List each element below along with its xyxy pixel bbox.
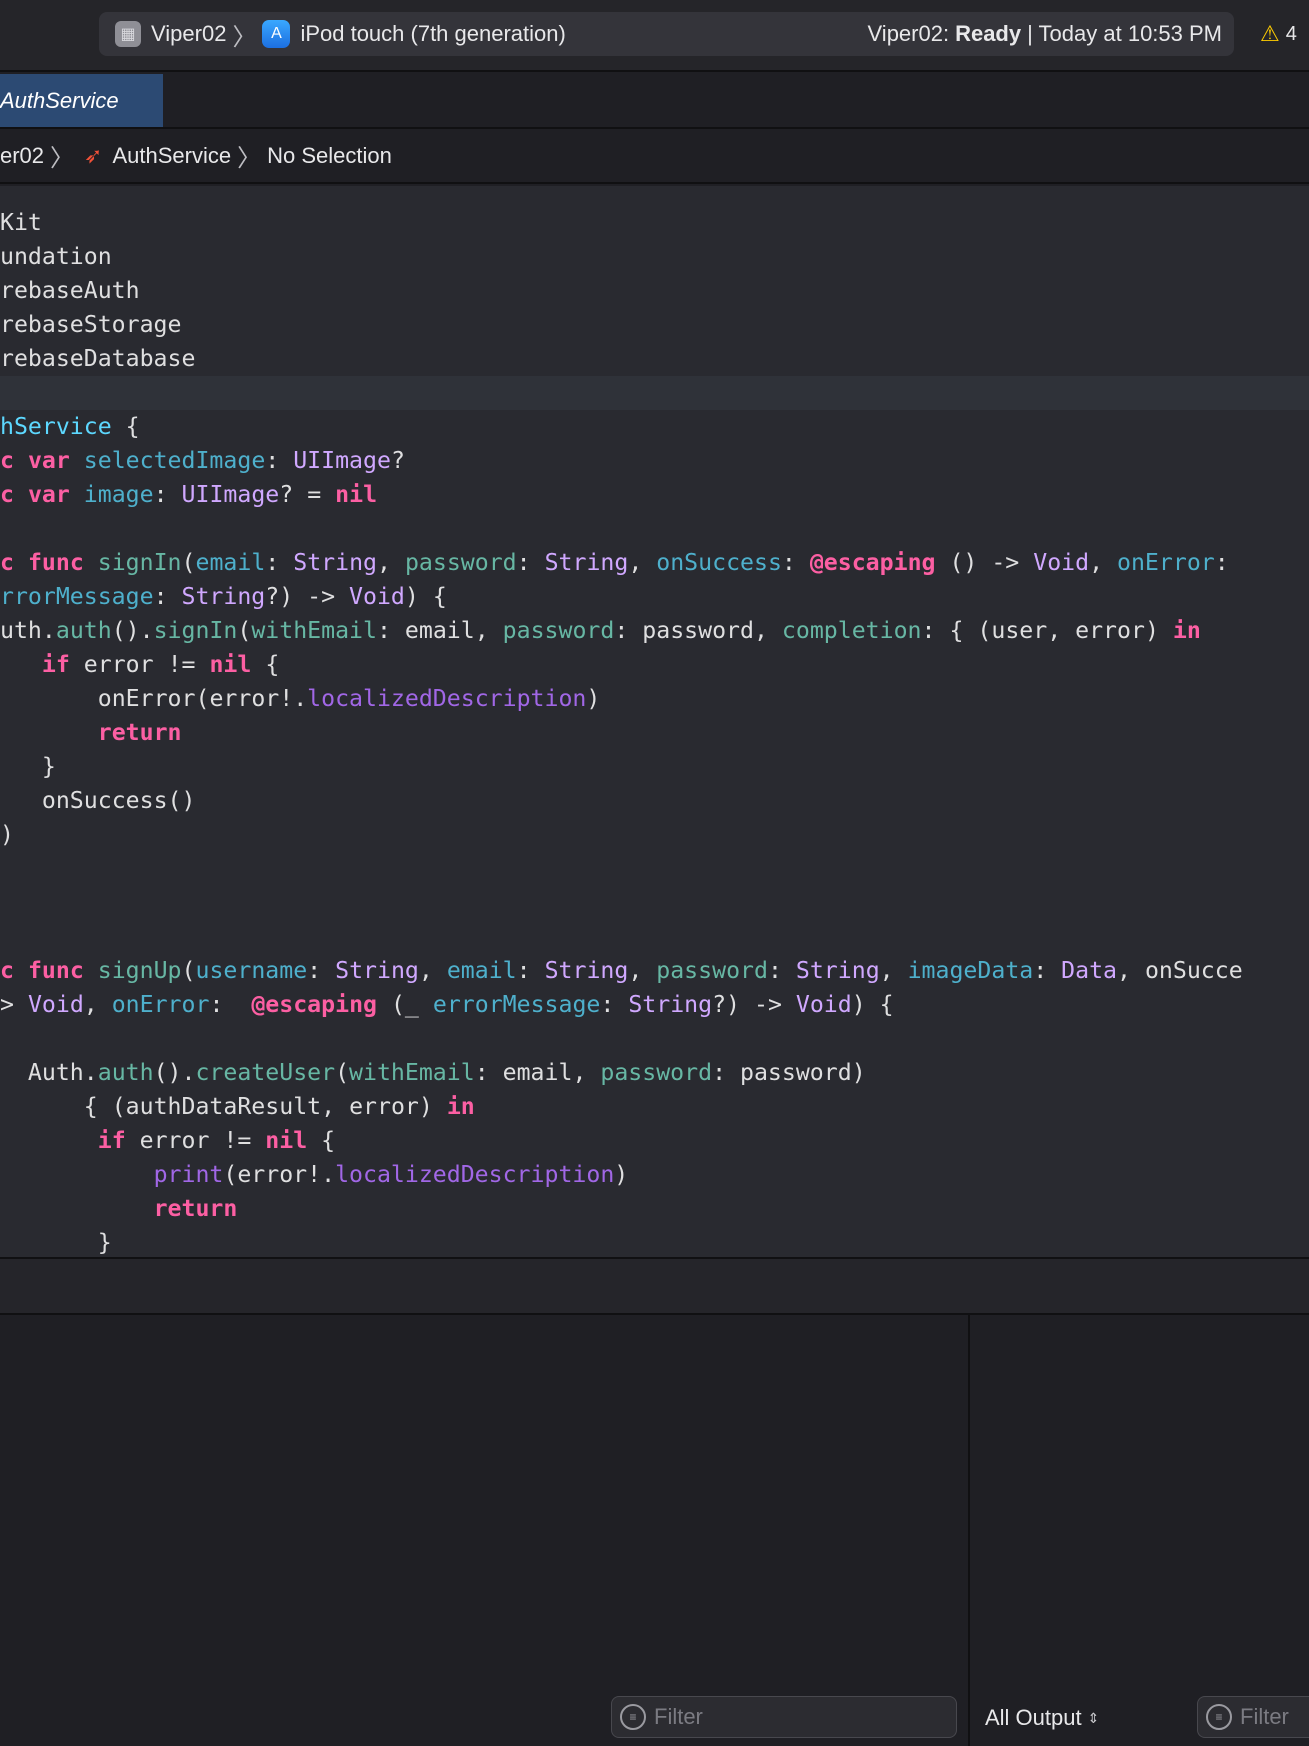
code-line[interactable]: hService { [0,410,1309,444]
up-down-chevron-icon: ⇕ [1087,1709,1100,1726]
code-line[interactable]: uth.auth().signIn(withEmail: email, pass… [0,614,1309,648]
console-filter[interactable]: ≡ Filter [1197,1696,1309,1738]
output-mode-label: All Output [985,1705,1082,1730]
code-line[interactable]: c func signUp(username: String, email: S… [0,954,1309,988]
tab-authservice[interactable]: AuthService [0,74,163,127]
status-time: | Today at 10:53 PM [1027,21,1222,46]
code-line[interactable] [0,512,1309,546]
console-view [970,1315,1309,1746]
toolbar: ▦ Viper02 〉 A iPod touch (7th generation… [0,0,1309,72]
code-line[interactable]: } [0,750,1309,784]
build-status: Viper02: Ready | Today at 10:53 PM [868,12,1222,56]
status-project: Viper02: [867,21,950,46]
source-editor[interactable]: Kit undation rebaseAuth rebaseStorage rebase… [0,186,1309,1257]
tab-label: AuthService [0,87,119,113]
code-line[interactable]: undation [0,240,1309,274]
console-filter-placeholder: Filter [1240,1704,1289,1729]
code-line[interactable] [0,852,1309,886]
warning-icon: ⚠ [1260,21,1280,46]
code-line[interactable]: c var selectedImage: UIImage? [0,444,1309,478]
code-line[interactable]: rebaseStorage [0,308,1309,342]
output-mode-select[interactable]: All Output ⇕ [985,1700,1099,1736]
code-line[interactable] [0,886,1309,920]
code-line[interactable]: > Void, onError: @escaping (_ errorMessa… [0,988,1309,1022]
code-line[interactable] [0,920,1309,954]
jumpbar-project[interactable]: er02 [0,143,44,169]
code-line[interactable]: print(error!.localizedDescription) [0,1158,1309,1192]
code-line[interactable] [0,376,1309,410]
code-line[interactable]: onSuccess() [0,784,1309,818]
chevron-right-icon: 〉 [50,145,75,172]
jumpbar-file[interactable]: AuthService [112,143,231,169]
jump-bar: er02 〉 ➶ AuthService 〉 No Selection [0,129,1309,184]
code-line[interactable] [0,1022,1309,1056]
status-state: Ready [955,21,1022,46]
code-line[interactable]: rrorMessage: String?) -> Void) { [0,580,1309,614]
code-line[interactable]: c var image: UIImage? = nil [0,478,1309,512]
scheme-app-icon: ▦ [115,21,141,47]
code-line[interactable]: return [0,716,1309,750]
filter-icon: ≡ [620,1704,646,1730]
code-line[interactable]: Auth.auth().createUser(withEmail: email,… [0,1056,1309,1090]
chevron-right-icon: 〉 [237,145,262,172]
code-line[interactable]: onError(error!.localizedDescription) [0,682,1309,716]
variables-view [0,1315,968,1746]
code-line[interactable]: rebaseDatabase [0,342,1309,376]
filter-icon: ≡ [1206,1704,1232,1730]
code-line[interactable]: Kit [0,206,1309,240]
code-line[interactable]: rebaseAuth [0,274,1309,308]
scheme-selector[interactable]: Viper02 [151,21,226,47]
code-line[interactable]: { (authDataResult, error) in [0,1090,1309,1124]
code-line[interactable]: c func signIn(email: String, password: S… [0,546,1309,580]
tab-bar: AuthService [0,72,1309,129]
run-destination-selector[interactable]: iPod touch (7th generation) [300,21,565,47]
code-line[interactable]: if error != nil { [0,648,1309,682]
jumpbar-selection[interactable]: No Selection [267,143,392,169]
variables-filter[interactable]: ≡ Filter [611,1696,957,1738]
code-line[interactable]: ) [0,818,1309,852]
code-line[interactable]: if error != nil { [0,1124,1309,1158]
code-line[interactable]: } [0,1226,1309,1257]
activity-view: ▦ Viper02 〉 A iPod touch (7th generation… [99,12,1234,56]
warnings-indicator[interactable]: ⚠ 4 [1260,18,1297,50]
code-line[interactable]: return [0,1192,1309,1226]
swift-file-icon: ➶ [84,142,103,168]
debug-bar [0,1257,1309,1315]
warning-count: 4 [1285,22,1297,45]
simulator-device-icon: A [262,20,291,48]
chevron-right-icon: 〉 [232,23,257,51]
variables-filter-placeholder: Filter [654,1704,703,1729]
